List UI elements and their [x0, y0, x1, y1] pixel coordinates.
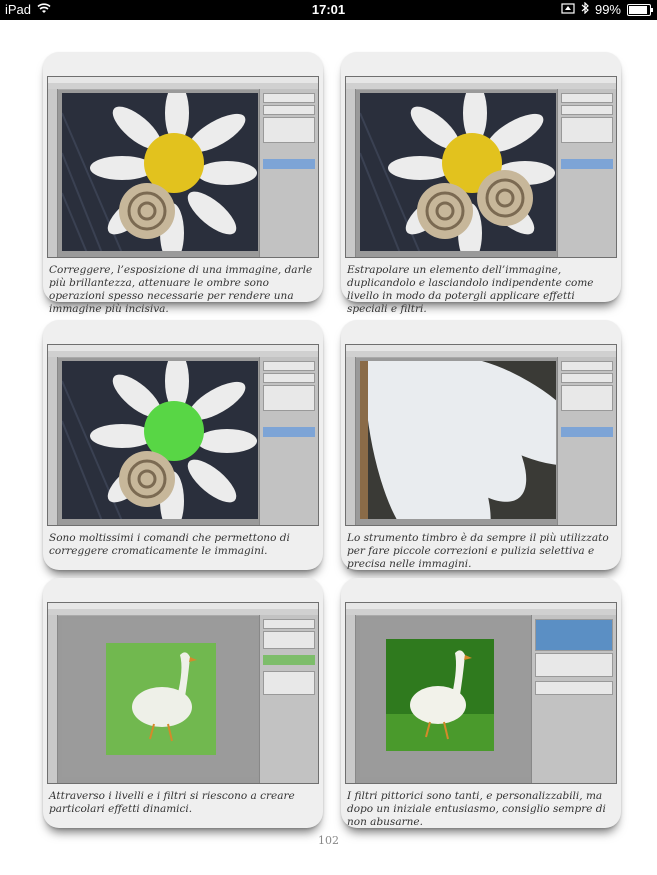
petals-closeup-image — [360, 361, 556, 519]
tutorial-card: Correggere, l’esposizione di una immagin… — [43, 52, 323, 315]
card-caption: Attraverso i livelli e i filtri si riesc… — [49, 790, 295, 815]
card-caption: I filtri pittorici sono tanti, e persona… — [347, 790, 606, 828]
photoshop-screenshot — [47, 602, 319, 784]
photoshop-screenshot — [345, 602, 617, 784]
daisy-green-center-image — [62, 361, 258, 519]
battery-icon — [627, 3, 653, 16]
daisy-with-two-snails-image — [360, 93, 556, 251]
status-bar: iPad 17:01 99% — [0, 0, 657, 20]
photoshop-screenshot — [345, 344, 617, 526]
daisy-with-snail-image — [62, 93, 258, 251]
photoshop-screenshot — [47, 76, 319, 258]
tutorial-card: Sono moltissimi i comandi che permettono… — [43, 320, 323, 570]
battery-percent: 99% — [594, 2, 621, 17]
bluetooth-icon — [581, 1, 589, 17]
tutorial-card: I filtri pittorici sono tanti, e persona… — [341, 578, 621, 828]
tutorial-card: Attraverso i livelli e i filtri si riesc… — [43, 578, 323, 828]
tutorial-card: Lo strumento timbro è da sempre il più u… — [341, 320, 621, 570]
photoshop-screenshot — [47, 344, 319, 526]
photoshop-screenshot — [345, 76, 617, 258]
screen-rotation-lock-icon — [561, 2, 575, 17]
clock: 17:01 — [311, 2, 346, 17]
page-number: 102 — [318, 834, 339, 847]
card-caption: Lo strumento timbro è da sempre il più u… — [347, 532, 609, 570]
card-caption: Sono moltissimi i comandi che permettono… — [49, 532, 290, 557]
card-caption: Estrapolare un elemento dell’immagine, d… — [347, 264, 594, 315]
card-caption: Correggere, l’esposizione di una immagin… — [49, 264, 313, 315]
tutorial-card: Estrapolare un elemento dell’immagine, d… — [341, 52, 621, 315]
goose-blurred-image — [62, 619, 258, 777]
goose-filtered-image — [360, 619, 530, 777]
